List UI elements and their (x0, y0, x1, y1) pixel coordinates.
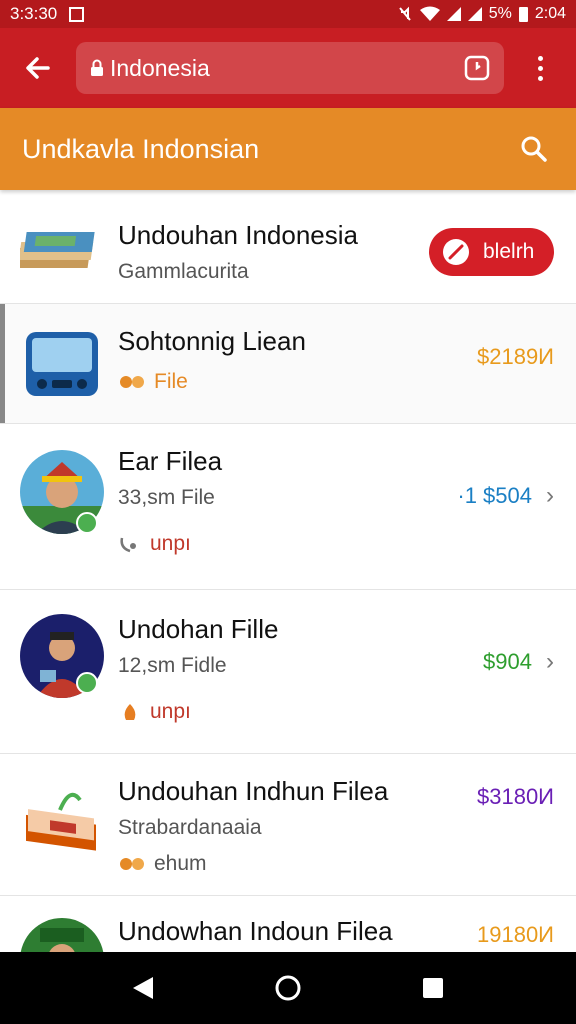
item-thumbnail (15, 208, 104, 292)
item-price-value: ·1 $504 (457, 483, 532, 508)
item-meta: File (118, 370, 188, 394)
nav-back-button[interactable] (113, 958, 173, 1018)
item-meta-label: unpı (150, 532, 191, 555)
triangle-back-icon (132, 977, 153, 999)
status-time-right: 2:04 (534, 5, 566, 22)
signal-icon-2 (467, 7, 482, 21)
item-title: Undouhan Indhun Filea (118, 776, 389, 806)
tabs-icon[interactable] (464, 55, 490, 81)
action-button-label: blelrh (483, 240, 535, 263)
item-price-value: $2189И (477, 344, 554, 369)
item-subtitle: Strabardanaaia (118, 816, 262, 839)
item-title: Undohan Fille (118, 614, 279, 644)
list-item[interactable]: Sohtonnig Liean File $2189И (0, 304, 576, 424)
url-text: Indonesia (110, 54, 210, 81)
item-price: 19180И (477, 922, 554, 948)
online-status-icon (76, 672, 98, 694)
list-item[interactable]: Ear Filea 33,sm File unpı ·1 $504 › (0, 424, 576, 590)
item-price: ·1 $504 › (457, 482, 554, 510)
notification-icon (69, 6, 85, 22)
battery-icon (518, 6, 528, 22)
lock-icon (91, 59, 103, 76)
battery-percent: 5% (488, 5, 512, 22)
list-item[interactable]: Undouhan Indonesia Gammlacurita blelrh (0, 190, 576, 304)
selection-indicator (0, 304, 5, 423)
list-item[interactable]: Undouhan Indhun Filea Strabardanaaia ehu… (0, 754, 576, 896)
back-button[interactable] (0, 28, 76, 108)
online-status-icon (76, 512, 98, 534)
item-title: Sohtonnig Liean (118, 326, 306, 356)
files-icon (120, 858, 144, 870)
status-bar: 3:3:30 5% 2:04 (0, 0, 576, 28)
url-field[interactable]: Indonesia (76, 42, 504, 94)
item-title: Ear Filea (118, 446, 223, 476)
item-price: $904 › (483, 648, 554, 676)
arrow-left-icon (26, 57, 50, 79)
search-button[interactable] (514, 129, 554, 169)
circle-home-icon (275, 975, 301, 1001)
item-price-value: 19180И (477, 922, 554, 947)
menu-dot-icon (537, 75, 543, 81)
item-thumbnail (20, 780, 104, 864)
square-recents-icon (423, 978, 444, 998)
item-subtitle: Gammlacurita (118, 260, 249, 283)
page-title: Undkavla Indonsian (22, 133, 260, 164)
chevron-right-icon: › (546, 648, 554, 675)
item-title: Undowhan Indoun Filea (118, 916, 393, 946)
item-subtitle: 12,sm Fidle (118, 654, 227, 677)
nav-home-button[interactable] (258, 958, 318, 1018)
status-time-left: 3:3:30 (10, 4, 58, 23)
avatar (20, 918, 104, 952)
item-meta: unpı (118, 700, 191, 724)
overflow-menu-button[interactable] (504, 28, 576, 108)
menu-dot-icon (537, 65, 543, 71)
phone-icon (120, 537, 136, 553)
files-icon (120, 376, 144, 388)
item-subtitle: 33,sm File (118, 486, 215, 509)
item-meta: unpı (118, 532, 191, 556)
wifi-icon (419, 6, 440, 21)
mute-icon (398, 6, 411, 21)
item-price: $2189И (477, 344, 554, 370)
nav-recents-button[interactable] (403, 958, 463, 1018)
item-price-value: $3180И (477, 784, 554, 809)
system-nav-bar (0, 952, 576, 1024)
item-meta-label: File (154, 370, 188, 393)
item-meta: ehum (118, 852, 207, 876)
browser-toolbar: Indonesia (0, 28, 576, 108)
flame-icon (124, 704, 136, 720)
block-icon (443, 239, 469, 265)
item-price-value: $904 (483, 649, 532, 674)
signal-icon (446, 7, 461, 21)
search-icon (521, 136, 547, 162)
item-meta-label: ehum (154, 852, 207, 875)
item-price: $3180И (477, 784, 554, 810)
file-list: Undouhan Indonesia Gammlacurita blelrh S… (0, 190, 576, 952)
item-title: Undouhan Indonesia (118, 220, 358, 250)
list-item[interactable]: Undowhan Indoun Filea 19180И (0, 896, 576, 952)
menu-dot-icon (537, 55, 543, 61)
item-meta-label: unpı (150, 700, 191, 723)
chevron-right-icon: › (546, 482, 554, 509)
page-header: Undkavla Indonsian (0, 108, 576, 190)
item-thumbnail (20, 322, 104, 406)
action-button[interactable]: blelrh (429, 228, 554, 276)
list-item[interactable]: Undohan Fille 12,sm Fidle unpı $904 › (0, 590, 576, 754)
